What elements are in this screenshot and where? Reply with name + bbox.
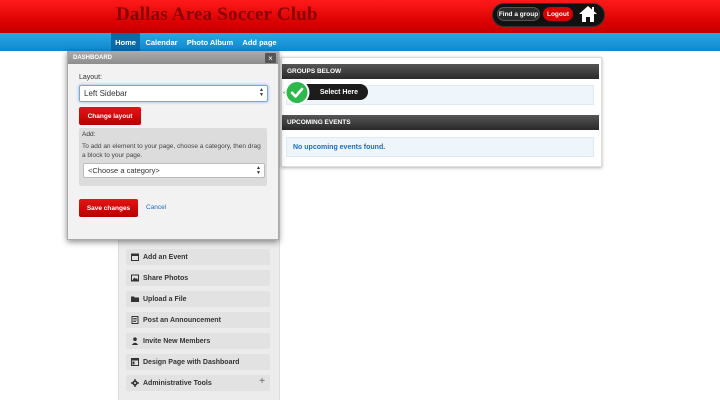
admin-tools-link[interactable]: Administrative Tools + (126, 375, 270, 391)
design-page-label: Design Page with Dashboard (143, 358, 240, 366)
select-here-callout: Select Here (300, 84, 368, 100)
find-group-button[interactable]: Find a group (497, 7, 540, 21)
logout-button[interactable]: Logout (543, 7, 573, 21)
nav-photo-album[interactable]: Photo Album (183, 33, 237, 51)
add-event-link[interactable]: Add an Event (126, 249, 270, 265)
change-layout-button[interactable]: Change layout (79, 107, 141, 125)
select-arrows-icon: ▲ ▼ (256, 165, 261, 176)
select-arrows-icon: ▲ ▼ (259, 87, 264, 98)
check-icon (283, 80, 310, 105)
save-changes-button[interactable]: Save changes (79, 199, 138, 217)
close-icon[interactable]: × (265, 53, 276, 63)
upload-file-link[interactable]: Upload a File (126, 291, 270, 307)
add-label: Add: (82, 131, 96, 138)
share-photos-link[interactable]: Share Photos (126, 270, 270, 286)
expand-icon[interactable]: + (259, 376, 265, 387)
upcoming-events-header: UPCOMING EVENTS (282, 115, 599, 130)
announcement-icon (128, 316, 142, 324)
main-nav (0, 33, 720, 51)
calendar-icon (128, 253, 142, 261)
home-icon[interactable] (579, 6, 597, 22)
page: Dallas Area Soccer Club Find a group Log… (0, 0, 720, 400)
nav-add-page[interactable]: Add page (238, 33, 281, 51)
add-event-label: Add an Event (143, 253, 188, 261)
dashboard-icon (128, 358, 142, 366)
invite-members-label: Invite New Members (143, 337, 211, 345)
layout-select-value: Left Sidebar (84, 89, 128, 98)
folder-icon (128, 295, 142, 303)
groups-below-header: GROUPS BELOW (282, 64, 599, 79)
layout-select[interactable]: Left Sidebar ▲ ▼ (79, 85, 268, 102)
user-icon (128, 337, 142, 345)
layout-label: Layout: (79, 74, 102, 81)
design-page-link[interactable]: Design Page with Dashboard (126, 354, 270, 370)
site-header (0, 0, 720, 33)
site-title[interactable]: Dallas Area Soccer Club (116, 4, 318, 26)
upload-file-label: Upload a File (143, 295, 187, 303)
admin-tools-label: Administrative Tools (143, 379, 212, 387)
no-events-message: No upcoming events found. (286, 137, 594, 157)
nav-home[interactable]: Home (111, 33, 140, 51)
category-select[interactable]: <Choose a category> ▲ ▼ (83, 163, 265, 178)
photo-icon (128, 274, 142, 282)
gear-icon (128, 379, 142, 387)
cancel-link[interactable]: Cancel (146, 204, 166, 211)
nav-calendar[interactable]: Calendar (141, 33, 182, 51)
post-announcement-label: Post an Announcement (143, 316, 221, 324)
post-announcement-link[interactable]: Post an Announcement (126, 312, 270, 328)
dashboard-title[interactable]: DASHBOARD (68, 52, 278, 64)
category-select-value: <Choose a category> (88, 166, 160, 175)
invite-members-link[interactable]: Invite New Members (126, 333, 270, 349)
share-photos-label: Share Photos (143, 274, 189, 282)
add-instructions: To add an element to your page, choose a… (82, 143, 261, 159)
